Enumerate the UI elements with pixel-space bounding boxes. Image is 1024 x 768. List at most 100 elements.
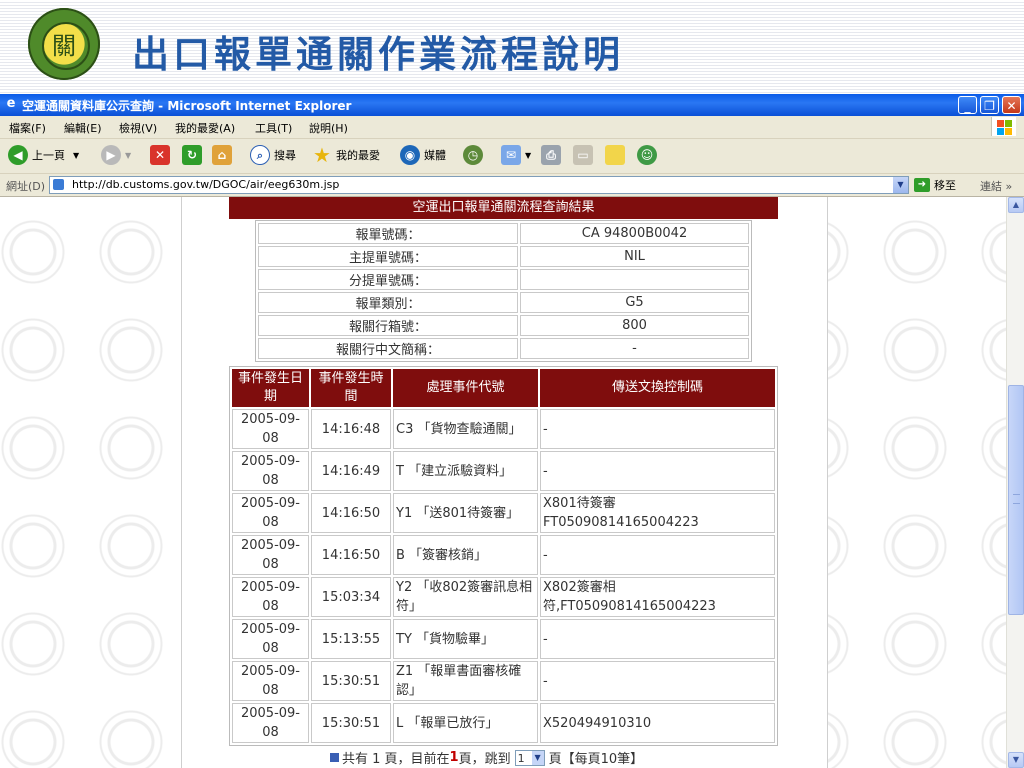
scroll-up-button[interactable]: ▲ — [1008, 197, 1024, 213]
media-label: 媒體 — [424, 149, 446, 162]
back-dropdown-icon[interactable]: ▼ — [73, 151, 79, 160]
event-code: TY 「貨物驗畢」 — [393, 619, 538, 659]
back-label: 上一頁 — [32, 149, 65, 162]
mail-button[interactable]: ✉ ▼ — [501, 144, 531, 166]
pager-arrow-icon — [330, 753, 339, 762]
search-button[interactable]: ⌕ 搜尋 — [250, 144, 296, 166]
event-date: 2005-09-08 — [232, 661, 309, 701]
event-code: B 「簽審核銷」 — [393, 535, 538, 575]
event-control-code: - — [540, 409, 775, 449]
info-key: 報單號碼： — [258, 223, 518, 244]
customs-logo: 關 — [28, 8, 100, 80]
menu-tools[interactable]: 工具(T) — [255, 120, 292, 136]
event-header-row: 事件發生日期 事件發生時間 處理事件代號 傳送文換控制碼 — [232, 369, 775, 407]
info-row: 報單類別： G5 — [258, 292, 749, 313]
page-select-value: 1 — [517, 751, 525, 765]
col-event-time: 事件發生時間 — [311, 369, 391, 407]
favorites-button[interactable]: ★ 我的最愛 — [312, 144, 380, 166]
stop-button[interactable]: ✕ — [150, 144, 174, 166]
history-button[interactable]: ◷ — [463, 144, 487, 166]
discuss-button[interactable] — [605, 144, 629, 166]
home-button[interactable]: ⌂ — [212, 144, 236, 166]
links-button[interactable]: 連結 » — [980, 178, 1012, 194]
pager: 共有 1 頁，目前在 1 頁，跳到 1 ▼ 頁【每頁10筆】 — [330, 748, 643, 767]
event-time: 14:16:48 — [311, 409, 391, 449]
event-row: 2005-09-08 14:16:50 Y1 「送801待簽審」 X801待簽審 FT… — [232, 493, 775, 533]
event-time: 15:13:55 — [311, 619, 391, 659]
forward-button[interactable]: ▶ ▼ — [101, 144, 131, 166]
event-code: T 「建立派驗資料」 — [393, 451, 538, 491]
print-button[interactable]: ⎙ — [541, 144, 565, 166]
event-date: 2005-09-08 — [232, 451, 309, 491]
info-value: - — [520, 338, 749, 359]
event-time: 14:16:50 — [311, 535, 391, 575]
mail-dropdown-icon[interactable]: ▼ — [525, 151, 531, 160]
event-control-code: X520494910310 — [540, 703, 775, 743]
address-input[interactable]: http://db.customs.gov.tw/DGOC/air/eeg630… — [49, 176, 909, 194]
address-url[interactable]: http://db.customs.gov.tw/DGOC/air/eeg630… — [72, 178, 339, 191]
menu-file[interactable]: 檔案(F) — [9, 120, 46, 136]
event-date: 2005-09-08 — [232, 493, 309, 533]
event-time: 14:16:49 — [311, 451, 391, 491]
scroll-thumb[interactable] — [1008, 385, 1024, 615]
slide-header: 關 出口報單通關作業流程說明 — [0, 0, 1024, 93]
event-row: 2005-09-08 15:30:51 Z1 「報單書面審核確認」 - — [232, 661, 775, 701]
col-event-date: 事件發生日期 — [232, 369, 309, 407]
info-value: CA 94800B0042 — [520, 223, 749, 244]
links-label: 連結 — [980, 180, 1002, 193]
info-key: 報單類別： — [258, 292, 518, 313]
back-button[interactable]: ◀ 上一頁 ▼ — [8, 144, 79, 166]
event-row: 2005-09-08 14:16:48 C3 「貨物查驗通關」 - — [232, 409, 775, 449]
slide-title: 出口報單通關作業流程說明 — [132, 32, 624, 76]
info-key: 報關行中文簡稱： — [258, 338, 518, 359]
window-titlebar: e 空運通關資料庫公示查詢 - Microsoft Internet Explo… — [0, 94, 1024, 116]
messenger-button[interactable]: ☺ — [637, 144, 661, 166]
favorites-label: 我的最愛 — [336, 149, 380, 162]
event-control-code: - — [540, 451, 775, 491]
event-control-code: - — [540, 661, 775, 701]
address-label: 網址(D) — [6, 180, 46, 193]
info-value: 800 — [520, 315, 749, 336]
info-key: 主提單號碼： — [258, 246, 518, 267]
pager-suffix: 頁【每頁10筆】 — [548, 752, 644, 767]
maximize-button[interactable]: ❐ — [980, 96, 999, 114]
event-code: Z1 「報單書面審核確認」 — [393, 661, 538, 701]
event-control-code: - — [540, 535, 775, 575]
menu-view[interactable]: 檢視(V) — [119, 120, 157, 136]
event-code: Y1 「送801待簽審」 — [393, 493, 538, 533]
address-dropdown-icon[interactable]: ▼ — [893, 177, 908, 193]
close-button[interactable]: ✕ — [1002, 96, 1021, 114]
info-value — [520, 269, 749, 290]
go-button[interactable]: ➜ 移至 — [914, 177, 956, 193]
media-button[interactable]: ◉ 媒體 — [400, 144, 446, 166]
menu-bar: 檔案(F) 編輯(E) 檢視(V) 我的最愛(A) 工具(T) 說明(H) — [0, 116, 1024, 139]
event-time: 14:16:50 — [311, 493, 391, 533]
event-time: 15:30:51 — [311, 703, 391, 743]
info-row: 主提單號碼： NIL — [258, 246, 749, 267]
menu-edit[interactable]: 編輯(E) — [64, 120, 102, 136]
declaration-info-table: 報單號碼： CA 94800B0042 主提單號碼： NIL 分提單號碼： 報單類別： G5… — [255, 220, 752, 362]
info-key: 分提單號碼： — [258, 269, 518, 290]
event-row: 2005-09-08 15:30:51 L 「報單已放行」 X520494910310 — [232, 703, 775, 743]
toolbar: ◀ 上一頁 ▼ ▶ ▼ ✕ ↻ ⌂ ⌕ 搜尋 ★ 我的最愛 ◉ 媒體 ◷ ✉ ▼… — [0, 139, 1024, 174]
search-label: 搜尋 — [274, 149, 296, 162]
event-control-code: X802簽審相符,FT05090814165004223 — [540, 577, 775, 617]
event-code: Y2 「收802簽審訊息相符」 — [393, 577, 538, 617]
edit-button[interactable]: ▭ — [573, 144, 597, 166]
minimize-button[interactable]: _ — [958, 96, 977, 114]
menu-favorites[interactable]: 我的最愛(A) — [175, 120, 235, 136]
event-row: 2005-09-08 14:16:50 B 「簽審核銷」 - — [232, 535, 775, 575]
page-select[interactable]: 1 ▼ — [514, 749, 545, 766]
pager-middle: 頁，跳到 — [458, 752, 511, 767]
menu-help[interactable]: 說明(H) — [309, 120, 348, 136]
refresh-button[interactable]: ↻ — [182, 144, 206, 166]
event-date: 2005-09-08 — [232, 619, 309, 659]
vertical-scrollbar[interactable]: ▲ ▼ — [1006, 197, 1024, 768]
scroll-down-button[interactable]: ▼ — [1008, 752, 1024, 768]
windows-logo-icon — [991, 117, 1016, 136]
go-arrow-icon: ➜ — [914, 178, 930, 192]
ie-icon: e — [6, 96, 16, 111]
page-select-dropdown-icon[interactable]: ▼ — [531, 750, 544, 765]
info-row: 報關行中文簡稱： - — [258, 338, 749, 359]
customs-logo-text: 關 — [52, 32, 76, 60]
